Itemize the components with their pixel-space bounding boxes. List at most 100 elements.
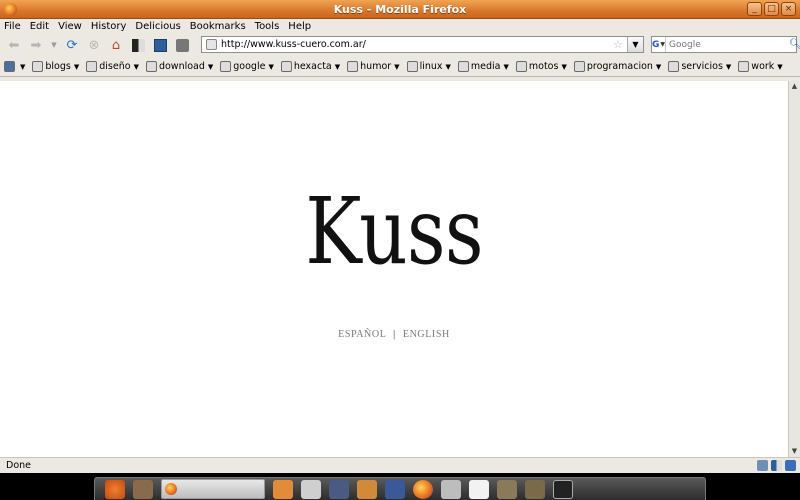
bookmark-star-icon[interactable]: ☆ <box>613 38 623 51</box>
bookmark-folder-programacion[interactable]: programacion ▼ <box>573 61 662 72</box>
taskbar-firefox-window[interactable] <box>161 479 265 499</box>
stop-icon: ⊗ <box>88 37 100 53</box>
title-bar[interactable]: Kuss - Mozilla Firefox _ □ × <box>0 0 800 19</box>
language-separator: | <box>393 329 396 340</box>
bookmark-folder-label: hexacta <box>293 61 332 72</box>
bookmark-folder-label: blogs <box>45 61 71 72</box>
bookmark-folder-label: media <box>470 61 501 72</box>
bookmark-folder-blogs[interactable]: blogs ▼ <box>32 61 79 72</box>
bookmark-folder-google[interactable]: google ▼ <box>220 61 274 72</box>
chevron-down-icon: ▼ <box>334 62 341 71</box>
bookmark-folder-download[interactable]: download ▼ <box>145 61 214 72</box>
bookmark-folder-label: work <box>751 61 775 72</box>
tag-status-icon[interactable] <box>785 460 796 471</box>
url-bar[interactable]: http://www.kuss-cuero.com.ar/ ☆ ▼ <box>201 36 644 53</box>
home-button[interactable]: ⌂ <box>106 36 126 54</box>
facebook-icon[interactable] <box>385 479 405 499</box>
gimp-icon[interactable] <box>497 479 517 499</box>
search-engine-selector[interactable]: G ▼ <box>652 37 667 52</box>
gimp-alt-icon[interactable] <box>525 479 545 499</box>
reload-button[interactable]: ⟳ <box>62 36 82 54</box>
search-bar[interactable]: G▼ 🔍︎ <box>651 36 800 53</box>
history-dropdown-button[interactable]: ▼ <box>48 36 60 54</box>
forward-arrow-icon: ➡ <box>30 37 42 53</box>
text-editor-icon[interactable] <box>469 479 489 499</box>
menu-delicious[interactable]: Delicious <box>135 21 180 32</box>
bookmark-folder-label: diseño <box>99 61 131 72</box>
chevron-down-icon: ▼ <box>660 41 666 48</box>
menu-bar: File Edit View History Delicious Bookmar… <box>0 19 800 33</box>
window-controls: _ □ × <box>747 2 796 16</box>
close-button[interactable]: × <box>781 2 796 16</box>
vertical-scrollbar[interactable]: ▲ ▼ <box>788 81 800 457</box>
chevron-down-icon: ▼ <box>73 62 80 71</box>
menu-file[interactable]: File <box>4 21 21 32</box>
back-arrow-icon: ⬅ <box>8 37 20 53</box>
page-content: Kuss ESPAÑOL | ENGLISH <box>0 81 788 457</box>
bookmark-folder-hexacta[interactable]: hexacta ▼ <box>280 61 341 72</box>
bookmarks-menu-button[interactable]: ▼ <box>4 61 25 72</box>
folder-icon <box>573 61 585 72</box>
addon-icon[interactable] <box>757 460 768 471</box>
drive-launcher-icon[interactable] <box>301 479 321 499</box>
sidebar-icon <box>153 38 167 52</box>
bookmark-folder-work[interactable]: work ▼ <box>738 61 783 72</box>
chevron-down-icon: ▼ <box>207 62 214 71</box>
bookmark-folder-diseno[interactable]: diseño ▼ <box>86 61 139 72</box>
show-desktop-icon[interactable] <box>133 479 153 499</box>
menu-bookmarks[interactable]: Bookmarks <box>190 21 246 32</box>
search-icon[interactable]: 🔍︎ <box>789 39 800 50</box>
folder-icon <box>406 61 418 72</box>
bookmark-folder-media[interactable]: media ▼ <box>457 61 509 72</box>
bookmark-folder-label: download <box>158 61 205 72</box>
delicious-status-icon[interactable] <box>771 460 782 471</box>
delicious-button[interactable] <box>128 36 148 54</box>
language-link-espanol[interactable]: ESPAÑOL <box>338 329 386 340</box>
forward-button[interactable]: ➡ <box>26 36 46 54</box>
url-text[interactable]: http://www.kuss-cuero.com.ar/ <box>221 39 613 50</box>
chevron-down-icon: ▼ <box>445 62 451 71</box>
camera-launcher-icon[interactable] <box>329 479 349 499</box>
bookmark-folder-label: humor <box>360 61 392 72</box>
files-launcher-icon[interactable] <box>273 479 293 499</box>
minimize-button[interactable]: _ <box>747 2 762 16</box>
language-link-english[interactable]: ENGLISH <box>403 329 450 340</box>
tools-launcher-icon[interactable] <box>357 479 377 499</box>
status-text: Done <box>6 460 31 471</box>
back-button[interactable]: ⬅ <box>4 36 24 54</box>
folder-icon <box>457 61 469 72</box>
menu-view[interactable]: View <box>58 21 82 32</box>
menu-history[interactable]: History <box>91 21 127 32</box>
chevron-down-icon: ▼ <box>777 62 783 71</box>
terminal-icon[interactable] <box>553 479 573 499</box>
firefox-icon <box>165 483 177 495</box>
search-input[interactable] <box>666 38 790 51</box>
bookmark-folder-linux[interactable]: linux ▼ <box>406 61 451 72</box>
menu-tools[interactable]: Tools <box>255 21 280 32</box>
ubuntu-menu-icon[interactable] <box>105 479 125 499</box>
scroll-down-arrow-icon[interactable]: ▼ <box>789 446 800 457</box>
url-dropdown-button[interactable]: ▼ <box>627 37 643 52</box>
bookmark-folder-servicios[interactable]: servicios ▼ <box>668 61 731 72</box>
bookmark-folder-motos[interactable]: motos ▼ <box>515 61 567 72</box>
bookmark-folder-label: motos <box>528 61 559 72</box>
scroll-up-arrow-icon[interactable]: ▲ <box>789 81 800 92</box>
bookmark-folder-humor[interactable]: humor ▼ <box>347 61 400 72</box>
tag-button[interactable] <box>172 36 192 54</box>
bookmarks-toolbar: ▼ blogs ▼ diseño ▼ download ▼ google ▼ hexac… <box>0 57 800 77</box>
status-icons <box>757 460 796 471</box>
disk-launcher-icon[interactable] <box>441 479 461 499</box>
maximize-button[interactable]: □ <box>764 2 779 16</box>
folder-icon <box>515 61 527 72</box>
firefox-launcher-icon[interactable] <box>413 479 433 499</box>
menu-edit[interactable]: Edit <box>30 21 49 32</box>
delicious-icon <box>131 38 145 52</box>
site-favicon-icon <box>206 39 217 50</box>
dock <box>94 477 706 500</box>
google-icon: G <box>652 39 660 50</box>
chevron-down-icon: ▼ <box>655 62 662 71</box>
menu-help[interactable]: Help <box>288 21 311 32</box>
bookmarks-sidebar-button[interactable] <box>150 36 170 54</box>
stop-button[interactable]: ⊗ <box>84 36 104 54</box>
status-bar: Done <box>0 457 800 473</box>
